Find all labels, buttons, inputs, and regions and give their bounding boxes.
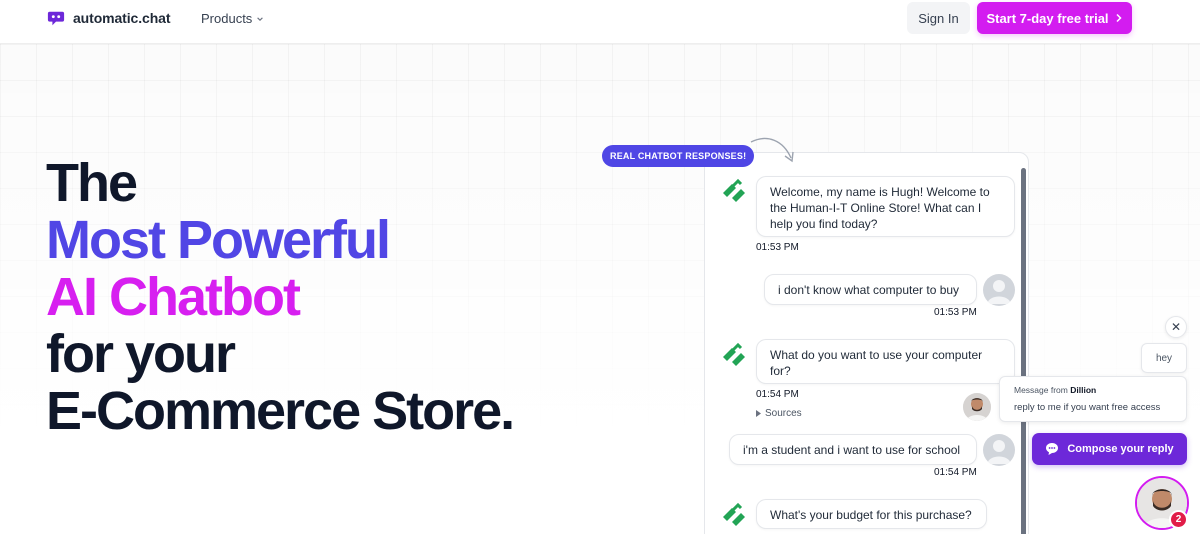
curved-arrow-icon bbox=[750, 137, 794, 163]
sign-in-button[interactable]: Sign In bbox=[907, 2, 970, 34]
hero-line-3: AI Chatbot bbox=[46, 267, 301, 327]
bot-logo-icon bbox=[723, 502, 745, 526]
hero-line-2: Most Powerful bbox=[46, 210, 391, 270]
hero-line-1: The bbox=[46, 153, 138, 213]
notification-sender-line: Message from Dillion bbox=[1014, 385, 1096, 395]
chevron-right-icon bbox=[1116, 13, 1122, 23]
bot-logo-icon bbox=[723, 178, 745, 202]
trial-label: Start 7-day free trial bbox=[986, 10, 1109, 26]
sender-avatar bbox=[963, 393, 991, 421]
real-responses-badge: REAL CHATBOT RESPONSES! bbox=[602, 145, 755, 167]
chat-bubble-logo-icon bbox=[47, 11, 65, 26]
user-message-2: i'm a student and i want to use for scho… bbox=[729, 434, 977, 465]
hey-message: hey bbox=[1141, 343, 1187, 373]
caret-right-icon bbox=[756, 410, 761, 417]
chat-bubble-icon bbox=[1046, 443, 1059, 455]
close-widget-button[interactable]: ✕ bbox=[1165, 316, 1187, 338]
unread-count-badge: 2 bbox=[1169, 510, 1188, 529]
bot-logo-icon bbox=[723, 342, 745, 366]
top-nav: automatic.chat Products Sign In Start 7-… bbox=[0, 0, 1200, 44]
sources-label: Sources bbox=[765, 408, 802, 419]
user-avatar-icon bbox=[983, 434, 1015, 466]
close-icon: ✕ bbox=[1170, 320, 1182, 334]
hero-line-5: E-Commerce Store. bbox=[46, 381, 515, 441]
bot-message-1-time: 01:53 PM bbox=[756, 242, 799, 253]
logo-text: automatic.chat bbox=[73, 10, 171, 26]
message-notification[interactable]: Message from Dillion reply to me if you … bbox=[999, 376, 1187, 422]
user-avatar-icon bbox=[983, 274, 1015, 306]
notification-prefix: Message from bbox=[1014, 385, 1068, 395]
bot-message-2: What do you want to use your computer fo… bbox=[756, 339, 1015, 384]
bot-message-3: What's your budget for this purchase? bbox=[756, 499, 987, 529]
products-label: Products bbox=[201, 11, 253, 26]
user-message-1: i don't know what computer to buy bbox=[764, 274, 977, 305]
compose-label: Compose your reply bbox=[1067, 443, 1174, 455]
chat-scrollbar[interactable] bbox=[1021, 168, 1026, 534]
bot-message-1: Welcome, my name is Hugh! Welcome to the… bbox=[756, 176, 1015, 237]
chevron-down-icon bbox=[257, 16, 264, 21]
user-message-1-time: 01:53 PM bbox=[934, 307, 977, 318]
bot-message-2-time: 01:54 PM bbox=[756, 389, 799, 400]
hero-heading: The Most Powerful AI Chatbot for your E-… bbox=[46, 153, 515, 441]
products-menu[interactable]: Products bbox=[201, 11, 264, 26]
user-message-2-time: 01:54 PM bbox=[934, 467, 977, 478]
compose-reply-button[interactable]: Compose your reply bbox=[1032, 433, 1187, 465]
sources-toggle[interactable]: Sources bbox=[756, 408, 802, 419]
logo[interactable]: automatic.chat bbox=[47, 9, 171, 27]
start-trial-button[interactable]: Start 7-day free trial bbox=[977, 2, 1132, 34]
hero-line-4: for your bbox=[46, 324, 236, 384]
notification-body: reply to me if you want free access bbox=[1014, 402, 1161, 413]
notification-sender: Dillion bbox=[1070, 385, 1097, 395]
